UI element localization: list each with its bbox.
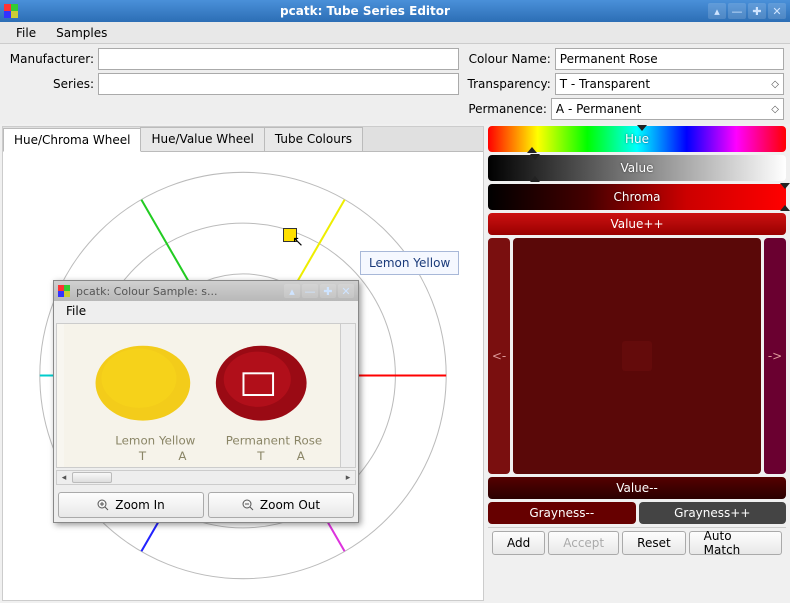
menubar: File Samples [0, 22, 790, 44]
sample-scrollbar-horizontal[interactable]: ◂ ▸ [56, 470, 356, 486]
form-area: Manufacturer: Colour Name: Series: Trans… [0, 44, 790, 124]
permanence-select[interactable]: A - Permanent ◇ [551, 98, 784, 120]
transparency-label: Transparency: [459, 77, 555, 91]
manufacturer-input[interactable] [98, 48, 459, 70]
zoom-out-button[interactable]: Zoom Out [208, 492, 354, 518]
window-titlebar: pcatk: Tube Series Editor ▴ — ✚ ✕ [0, 0, 790, 22]
rollup-button[interactable]: ▴ [708, 3, 726, 19]
window-title: pcatk: Tube Series Editor [24, 4, 706, 18]
swatch-inner [622, 341, 652, 371]
chevron-down-icon: ◇ [771, 79, 779, 90]
app-icon [4, 4, 18, 18]
sample-image[interactable]: Lemon Yellow Permanent Rose T A T A [56, 323, 356, 468]
sample-menubar: File [54, 301, 358, 321]
sample-minimize-button[interactable]: — [302, 284, 318, 298]
close-button[interactable]: ✕ [768, 3, 786, 19]
hue-chroma-wheel[interactable]: ↖ Lemon Yellow pcatk: Colour Sample: s..… [3, 152, 483, 599]
sample-window-title: pcatk: Colour Sample: s... [76, 285, 282, 298]
hue-right-button[interactable]: -> [764, 238, 786, 474]
app-icon [58, 285, 70, 297]
series-label: Series: [6, 77, 98, 91]
value-minus-button[interactable]: Value-- [488, 477, 786, 499]
left-panel: Hue/Chroma Wheel Hue/Value Wheel Tube Co… [2, 126, 484, 601]
sample-titlebar[interactable]: pcatk: Colour Sample: s... ▴ — ✚ ✕ [54, 281, 358, 301]
sample-rollup-button[interactable]: ▴ [284, 284, 300, 298]
chroma-slider-marker-b[interactable] [780, 205, 790, 211]
auto-match-button[interactable]: Auto Match [689, 531, 782, 555]
right-panel: Hue Value Chroma Value++ <- -> Value-- G… [486, 124, 790, 603]
sample-scrollbar-vertical[interactable] [340, 324, 355, 467]
footer-buttons: Add Accept Reset Auto Match [488, 527, 786, 558]
scroll-left-icon[interactable]: ◂ [57, 471, 71, 484]
value-slider-marker[interactable] [530, 154, 540, 160]
permanence-value: A - Permanent [556, 102, 641, 116]
hue-left-button[interactable]: <- [488, 238, 510, 474]
permanence-label: Permanence: [455, 102, 551, 116]
svg-text:T: T [138, 449, 147, 463]
value-slider-marker-b[interactable] [530, 176, 540, 182]
scroll-right-icon[interactable]: ▸ [341, 471, 355, 484]
tabs: Hue/Chroma Wheel Hue/Value Wheel Tube Co… [3, 127, 483, 152]
accept-button[interactable]: Accept [548, 531, 619, 555]
maximize-button[interactable]: ✚ [748, 3, 766, 19]
hue-label: Hue [625, 132, 649, 146]
hue-slider-marker[interactable] [637, 125, 647, 131]
chroma-slider[interactable]: Chroma [488, 184, 786, 210]
sample-menu-file[interactable]: File [60, 302, 92, 320]
colour-swatch[interactable] [513, 238, 761, 474]
menu-samples[interactable]: Samples [46, 24, 117, 42]
zoom-in-button[interactable]: Zoom In [58, 492, 204, 518]
chroma-label: Chroma [613, 190, 660, 204]
value-plus-button[interactable]: Value++ [488, 213, 786, 235]
hue-slider-marker-b[interactable] [527, 147, 537, 153]
zoom-out-icon [242, 499, 254, 511]
sample-image-svg: Lemon Yellow Permanent Rose T A T A [57, 324, 355, 467]
wheel-tooltip: Lemon Yellow [360, 251, 459, 275]
tab-tube-colours[interactable]: Tube Colours [264, 127, 363, 151]
svg-text:Permanent Rose: Permanent Rose [226, 433, 322, 447]
minimize-button[interactable]: — [728, 3, 746, 19]
cursor-icon: ↖ [292, 234, 304, 250]
menu-file[interactable]: File [6, 24, 46, 42]
value-label: Value [621, 161, 654, 175]
grayness-minus-button[interactable]: Grayness-- [488, 502, 636, 524]
svg-text:Lemon Yellow: Lemon Yellow [115, 433, 195, 447]
sample-maximize-button[interactable]: ✚ [320, 284, 336, 298]
reset-button[interactable]: Reset [622, 531, 686, 555]
tab-hue-chroma[interactable]: Hue/Chroma Wheel [3, 128, 141, 152]
svg-text:A: A [178, 449, 186, 463]
transparency-value: T - Transparent [560, 77, 650, 91]
zoom-out-label: Zoom Out [260, 498, 320, 512]
scroll-thumb[interactable] [72, 472, 112, 483]
chevron-down-icon: ◇ [771, 104, 779, 115]
zoom-in-label: Zoom In [115, 498, 165, 512]
colour-name-input[interactable] [555, 48, 784, 70]
transparency-select[interactable]: T - Transparent ◇ [555, 73, 784, 95]
value-slider[interactable]: Value [488, 155, 786, 181]
manufacturer-label: Manufacturer: [6, 52, 98, 66]
chroma-slider-marker-t[interactable] [780, 183, 790, 189]
colour-sample-window[interactable]: pcatk: Colour Sample: s... ▴ — ✚ ✕ File [53, 280, 359, 523]
colour-name-label: Colour Name: [459, 52, 555, 66]
sample-close-button[interactable]: ✕ [338, 284, 354, 298]
svg-text:T: T [256, 449, 265, 463]
series-input[interactable] [98, 73, 459, 95]
svg-text:A: A [297, 449, 305, 463]
zoom-in-icon [97, 499, 109, 511]
grayness-plus-button[interactable]: Grayness++ [639, 502, 787, 524]
add-button[interactable]: Add [492, 531, 545, 555]
hue-slider[interactable]: Hue [488, 126, 786, 152]
tab-hue-value[interactable]: Hue/Value Wheel [140, 127, 264, 151]
